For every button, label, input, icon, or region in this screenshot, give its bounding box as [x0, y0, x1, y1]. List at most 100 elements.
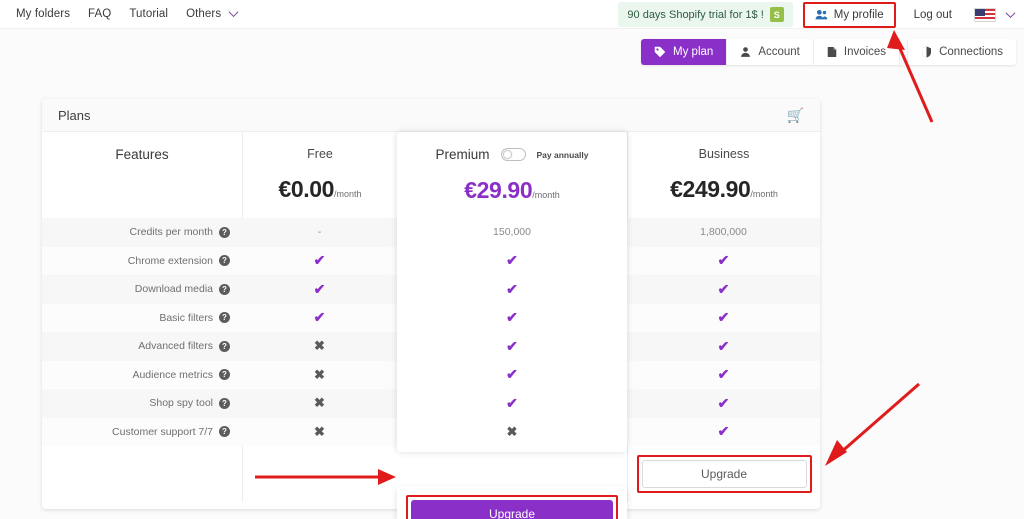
business-upgrade-label: Upgrade — [700, 467, 748, 481]
help-icon[interactable]: ? — [219, 226, 230, 238]
business-value-cell: ✔ — [627, 247, 820, 276]
shopify-trial-banner[interactable]: 90 days Shopify trial for 1$ ! S — [618, 2, 793, 27]
feature-label-cell: Customer support 7/7? — [42, 426, 242, 438]
feature-label-cell: Advanced filters? — [42, 340, 242, 352]
tab-connections-label: Connections — [939, 46, 1003, 58]
nav-link-faq-label: FAQ — [88, 8, 112, 20]
premium-column-header: Premium Pay annually €29.90/month — [397, 132, 627, 218]
premium-value: ✔ — [506, 252, 518, 269]
table-row: Basic filters? ✔ ✔ ✔ — [42, 303, 820, 333]
plans-card: Plans 🛒 Features Free €0.00/month Premiu… — [42, 99, 820, 519]
feature-label-cell: Credits per month? — [42, 226, 242, 238]
premium-value-cell: ✔ — [397, 275, 627, 304]
business-value: ✔ — [717, 252, 730, 269]
free-value: ✔ — [313, 252, 326, 269]
table-row: Advanced filters? ✖ ✔ ✔ — [42, 332, 820, 361]
free-plan-price-period: /month — [334, 189, 362, 199]
nav-link-my-folders-label: My folders — [16, 8, 71, 20]
business-value: ✔ — [717, 309, 730, 326]
action-row-business-cell: Upgrade — [627, 446, 820, 502]
features-header-label: Features — [115, 147, 169, 162]
business-upgrade-highlight: Upgrade — [636, 455, 812, 493]
premium-upgrade-label: Upgrade — [488, 507, 536, 519]
feature-label: Shop spy tool — [149, 397, 213, 410]
log-out-button[interactable]: Log out — [903, 3, 962, 26]
toggle-knob — [502, 150, 512, 159]
premium-value: ✔ — [506, 394, 518, 411]
tab-connections[interactable]: Connections — [907, 39, 1016, 65]
premium-value-cell: ✔ — [397, 389, 627, 418]
chevron-down-icon — [1005, 8, 1016, 19]
help-icon[interactable]: ? — [219, 369, 230, 381]
premium-plan-name: Premium — [435, 147, 490, 162]
log-out-label: Log out — [913, 8, 952, 21]
shopify-bag-icon: S — [769, 7, 784, 22]
business-value: ✔ — [717, 423, 730, 440]
free-plan-name: Free — [307, 147, 333, 161]
business-value: ✔ — [717, 394, 730, 411]
premium-upgrade-button[interactable]: Upgrade — [411, 500, 613, 519]
pay-annually-toggle[interactable] — [500, 148, 526, 161]
tab-invoices-label: Invoices — [843, 46, 887, 58]
feature-label: Audience metrics — [132, 368, 213, 381]
nav-link-tutorial[interactable]: Tutorial — [120, 4, 177, 24]
premium-value-cell: ✔ — [397, 247, 627, 276]
premium-header-top: Premium Pay annually — [436, 147, 589, 162]
free-value-cell: ✔ — [242, 275, 397, 304]
plans-grid: Features Free €0.00/month Premium Pay an… — [42, 132, 820, 519]
free-value: ✔ — [313, 309, 326, 326]
business-plan-price-period: /month — [750, 189, 778, 199]
premium-plan-price-period: /month — [532, 190, 560, 200]
help-icon[interactable]: ? — [219, 255, 230, 267]
premium-value-cell: ✔ — [397, 361, 627, 390]
pay-annually-label: Pay annually — [536, 149, 589, 160]
premium-value-cell: 150,000 — [397, 218, 627, 247]
feature-label-cell: Basic filters? — [42, 312, 242, 324]
premium-value: ✔ — [506, 309, 518, 326]
my-profile-button[interactable]: My profile — [802, 1, 896, 28]
shopping-cart-icon[interactable]: 🛒 — [787, 107, 804, 124]
nav-link-my-folders[interactable]: My folders — [7, 4, 79, 24]
free-column-header: Free €0.00/month — [242, 132, 397, 218]
tab-invoices[interactable]: Invoices — [813, 39, 901, 65]
tab-account[interactable]: Account — [727, 39, 814, 65]
top-nav-links: My folders FAQ Tutorial Others — [0, 4, 246, 24]
help-icon[interactable]: ? — [219, 397, 230, 409]
top-navigation-bar: My folders FAQ Tutorial Others 90 days S… — [0, 0, 1024, 29]
business-value-cell: ✔ — [627, 418, 820, 447]
language-selector[interactable] — [974, 7, 1016, 22]
business-upgrade-button[interactable]: Upgrade — [641, 460, 807, 488]
table-row: Credits per month? - 150,000 1,800,000 — [42, 218, 820, 247]
table-row: Audience metrics? ✖ ✔ ✔ — [42, 360, 820, 390]
free-value-cell: ✖ — [242, 418, 397, 447]
feature-label: Customer support 7/7 — [112, 425, 213, 438]
table-row: Customer support 7/7? ✖ ✖ ✔ — [42, 417, 820, 447]
business-column-header: Business €249.90/month — [627, 132, 820, 218]
free-value: ✖ — [314, 366, 325, 382]
premium-value: ✖ — [506, 423, 518, 439]
help-icon[interactable]: ? — [219, 426, 230, 438]
tab-my-plan[interactable]: My plan — [641, 39, 728, 65]
premium-value: ✔ — [506, 280, 518, 297]
action-row-free-cell — [242, 446, 397, 502]
free-value-cell: ✔ — [242, 304, 397, 333]
free-value: ✔ — [313, 280, 326, 297]
business-value-cell: ✔ — [627, 304, 820, 333]
nav-link-faq[interactable]: FAQ — [79, 4, 120, 24]
premium-value-cell: ✔ — [397, 304, 627, 333]
free-plan-price-value: €0.00 — [278, 176, 335, 202]
business-value: ✔ — [717, 366, 730, 383]
nav-link-others-label: Others — [186, 8, 222, 20]
free-value-cell: ✔ — [242, 247, 397, 276]
tab-my-plan-label: My plan — [673, 46, 714, 58]
help-icon[interactable]: ? — [219, 340, 230, 352]
help-icon[interactable]: ? — [219, 312, 230, 324]
feature-label: Basic filters — [159, 311, 213, 324]
action-row-features-cell — [42, 446, 242, 502]
plans-card-header: Plans 🛒 — [42, 99, 820, 132]
account-tabs: My plan Account Invoices Connections — [641, 39, 1016, 65]
help-icon[interactable]: ? — [219, 283, 230, 295]
business-value-cell: 1,800,000 — [627, 218, 820, 247]
document-icon — [827, 47, 837, 57]
nav-link-others[interactable]: Others — [177, 4, 245, 24]
